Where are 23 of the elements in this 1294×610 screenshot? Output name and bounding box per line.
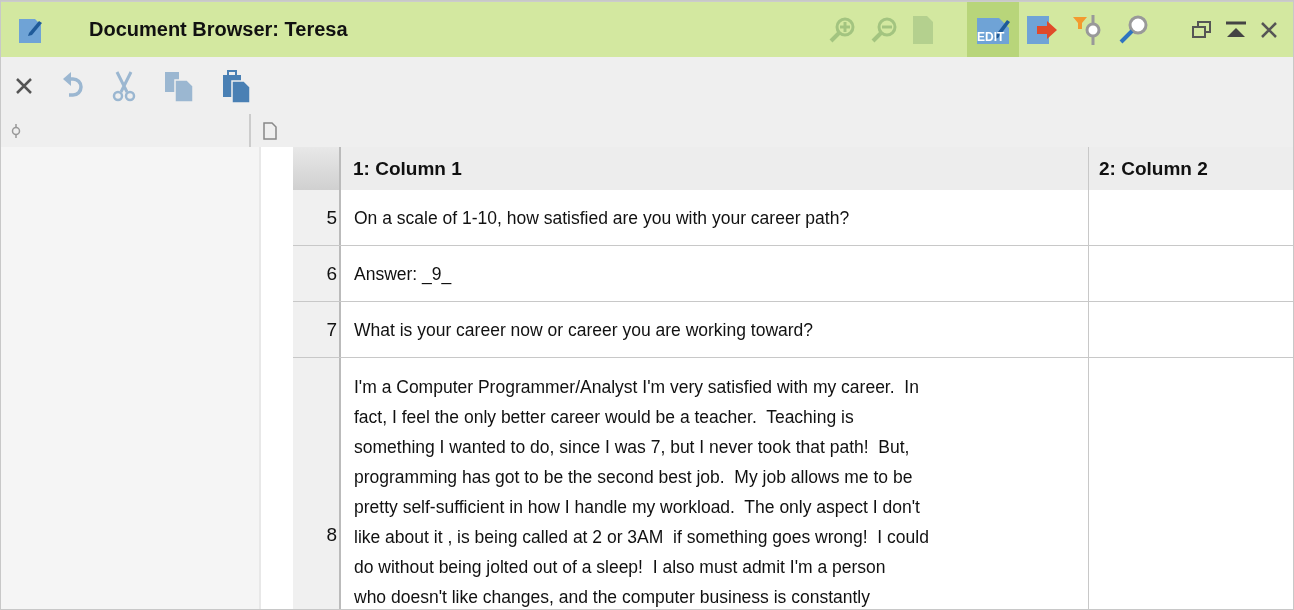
scissors-icon <box>111 69 137 102</box>
edit-label: EDIT <box>977 30 1005 44</box>
document-icon <box>263 121 277 140</box>
paste-icon <box>221 68 251 103</box>
row-number: 7 <box>293 302 341 357</box>
row-number: 6 <box>293 246 341 301</box>
pin-icon <box>11 122 21 139</box>
corner-cell <box>293 147 341 190</box>
column-header[interactable]: 2: Column 2 <box>1089 147 1293 190</box>
restore-icon[interactable] <box>1191 19 1213 40</box>
column-header[interactable]: 1: Column 1 <box>341 147 1089 190</box>
row-number: 5 <box>293 190 341 245</box>
table-cell: On a scale of 1-10, how satisfied are you with your career path? <box>341 190 1089 245</box>
window-title: Document Browser: Teresa <box>89 18 348 41</box>
export-arrow-icon <box>1025 13 1059 46</box>
table-cell: What is your career now or career you are working toward? <box>341 302 1089 357</box>
page-icon <box>911 13 935 46</box>
table-cell: Answer: _9_ <box>341 246 1089 301</box>
copy-icon <box>163 69 195 102</box>
collapse-icon[interactable] <box>1225 20 1247 39</box>
table-cell: I'm a Computer Programmer/Analyst I'm very satisfied with my career. In fact, I feel the only better career would be a teacher. Teaching is something I wanted to do, since I was 7, but I never took that path! But, programming has got to be the second best job. My job allows me to be pretty self-sufficient in how I handle my workload. The only aspect I don't like about it , is being called at 2 or 3AM if something goes wrong! I could do without being jolted out of a sleep! I also must admit I'm a person who doesn't like changes, and the computer business is constantly <box>341 358 1089 609</box>
close-icon[interactable] <box>1259 19 1279 40</box>
row-number: 8 <box>293 358 341 609</box>
